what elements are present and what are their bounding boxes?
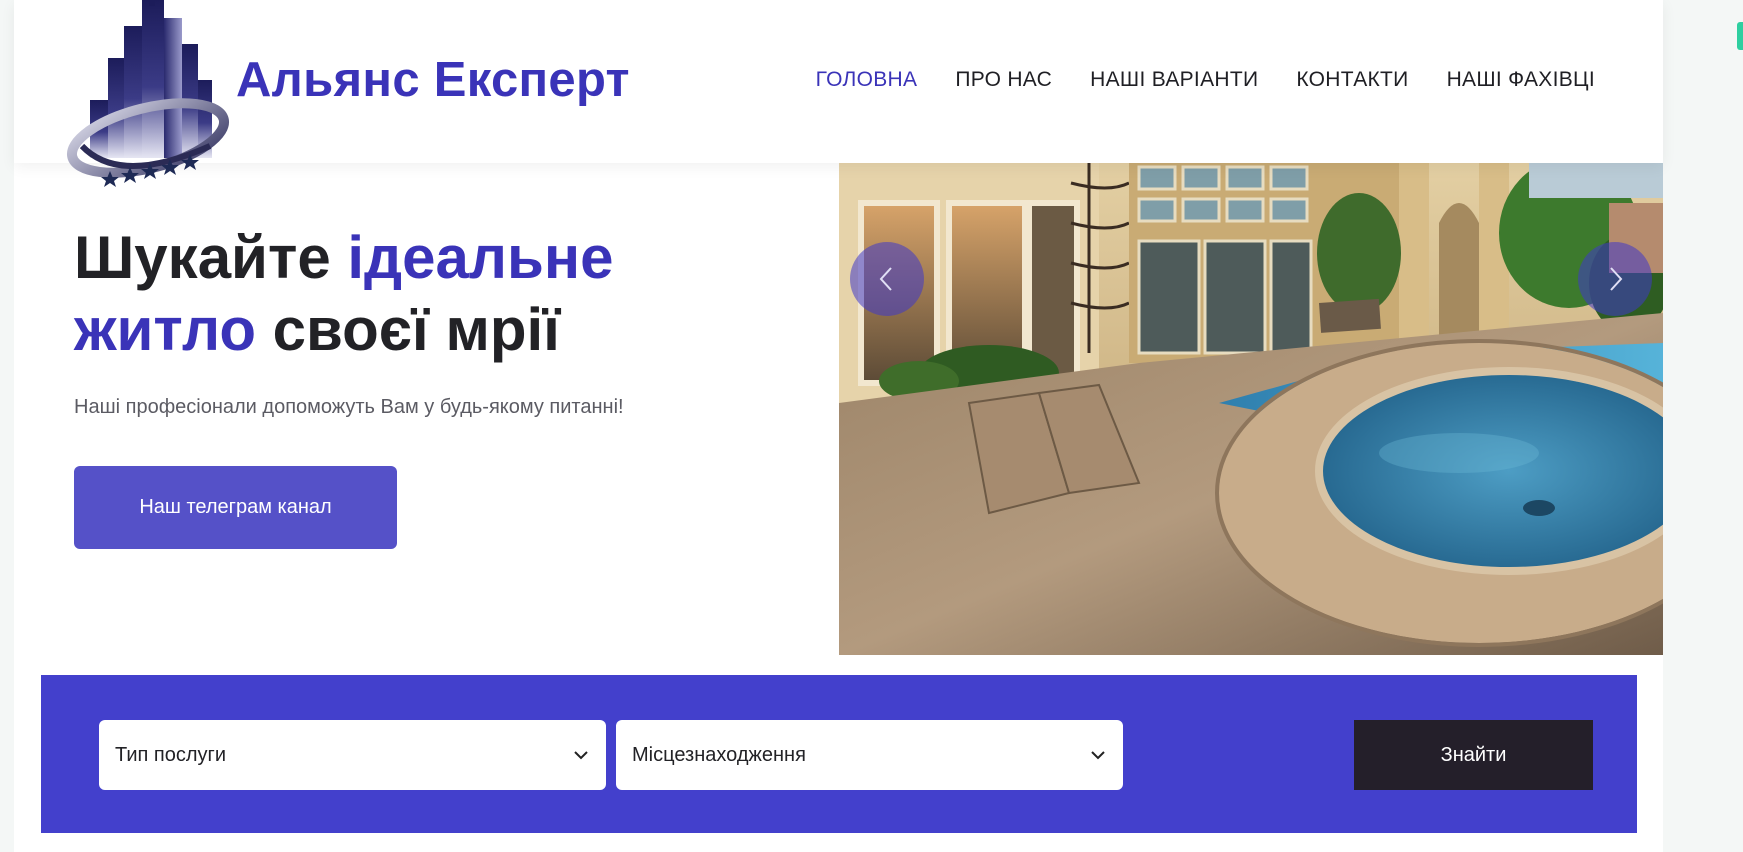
hero-title-accent1: ідеальне <box>347 224 614 291</box>
chevron-left-icon <box>879 267 892 291</box>
main-nav: ГОЛОВНА ПРО НАС НАШІ ВАРІАНТИ КОНТАКТИ Н… <box>816 68 1595 92</box>
property-search-panel: Тип послуги Місцезнаходження Знайти <box>41 675 1637 833</box>
nav-home[interactable]: ГОЛОВНА <box>816 68 918 92</box>
page: Альянс Експерт ГОЛОВНА ПРО НАС НАШІ ВАРІ… <box>14 0 1663 852</box>
hero-title-part2: своєї мрії <box>256 296 561 363</box>
chevron-right-icon <box>1610 267 1623 291</box>
slider-prev-button[interactable] <box>850 242 924 316</box>
nav-specialists[interactable]: НАШІ ФАХІВЦІ <box>1447 68 1595 92</box>
side-widget-tab[interactable] <box>1737 22 1743 50</box>
nav-options[interactable]: НАШІ ВАРІАНТИ <box>1090 68 1258 92</box>
site-header: Альянс Експерт ГОЛОВНА ПРО НАС НАШІ ВАРІ… <box>14 0 1663 163</box>
find-button[interactable]: Знайти <box>1354 720 1593 790</box>
chevron-down-icon <box>1091 751 1105 760</box>
location-label: Місцезнаходження <box>632 743 806 766</box>
location-select[interactable]: Місцезнаходження <box>616 720 1123 790</box>
brand-name[interactable]: Альянс Експерт <box>236 52 630 108</box>
telegram-channel-button[interactable]: Наш телеграм канал <box>74 466 397 549</box>
service-type-label: Тип послуги <box>115 743 226 766</box>
hero-subtitle: Наші професіонали допоможуть Вам у будь-… <box>74 396 624 418</box>
service-type-select[interactable]: Тип послуги <box>99 720 606 790</box>
slider-image <box>839 163 1663 655</box>
chevron-down-icon <box>574 751 588 760</box>
hero-title: Шукайте ідеальне житло своєї мрії <box>74 222 774 366</box>
hero-title-accent2: житло <box>74 296 256 363</box>
nav-contacts[interactable]: КОНТАКТИ <box>1296 68 1408 92</box>
hero-title-part1: Шукайте <box>74 224 348 291</box>
hero-slider[interactable] <box>839 163 1663 655</box>
logo[interactable] <box>60 0 230 201</box>
slider-next-button[interactable] <box>1578 242 1652 316</box>
nav-about[interactable]: ПРО НАС <box>955 68 1052 92</box>
